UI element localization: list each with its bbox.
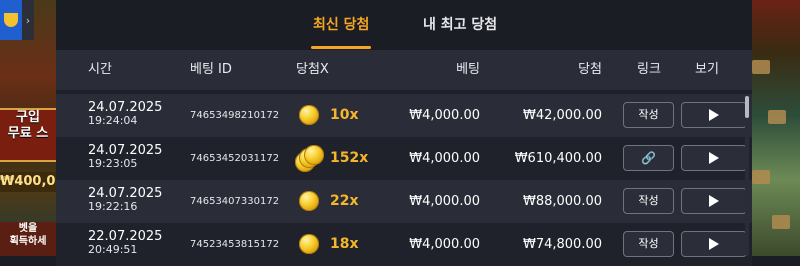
coin-icon — [304, 145, 324, 165]
table-body: 24.07.2025 19:24:04 74653498210172 10x ₩… — [56, 94, 752, 266]
coin-icon — [299, 234, 319, 254]
promo-amount: ₩400,0 — [0, 172, 56, 192]
row-date: 22.07.2025 — [88, 229, 163, 244]
decor-stone — [768, 110, 786, 124]
row-bet-id: 74653407330172 — [190, 196, 280, 207]
decor-stone — [752, 170, 770, 184]
promo-line-2: 무료 스 — [7, 126, 49, 141]
row-multiplier: 10x — [330, 107, 359, 123]
column-header-view: 보기 — [695, 62, 719, 77]
coin-icon — [299, 105, 319, 125]
promo-banner-bet: 벳을 획득하세 — [0, 222, 56, 256]
promo-line-4: 획득하세 — [9, 236, 47, 247]
play-icon — [709, 152, 719, 164]
left-background-banner: › 구입 무료 스 ₩400,0 벳을 획득하세 — [0, 0, 56, 256]
right-background-art — [748, 0, 800, 256]
collapse-tab[interactable]: › — [22, 0, 34, 40]
view-button[interactable] — [681, 231, 747, 257]
row-bet: ₩4,000.00 — [409, 237, 480, 252]
table-row: 22.07.2025 20:49:51 74523453815172 18x ₩… — [56, 223, 752, 266]
view-button[interactable] — [681, 102, 747, 128]
row-multiplier: 152x — [330, 150, 369, 166]
row-win: ₩88,000.00 — [522, 194, 602, 209]
coin-icon — [298, 233, 324, 257]
row-bet: ₩4,000.00 — [409, 194, 480, 209]
table-row: 24.07.2025 19:24:04 74653498210172 10x ₩… — [56, 94, 752, 137]
row-bet-id: 74653498210172 — [190, 110, 280, 121]
tab-bar: 최신 당첨 내 최고 당첨 — [56, 0, 752, 50]
tab-latest-wins[interactable]: 최신 당첨 — [310, 0, 372, 50]
row-time: 19:22:16 — [88, 200, 138, 213]
coin-icon — [298, 190, 324, 214]
row-date: 24.07.2025 — [88, 143, 163, 158]
row-time: 20:49:51 — [88, 243, 138, 256]
write-link-button[interactable]: 작성 — [623, 188, 674, 214]
column-header-time: 시간 — [88, 62, 112, 77]
play-icon — [709, 238, 719, 250]
coin-stack-icon — [295, 145, 324, 172]
tab-my-top-wins[interactable]: 내 최고 당첨 — [423, 0, 497, 50]
row-win: ₩42,000.00 — [522, 108, 602, 123]
row-multiplier: 18x — [330, 236, 359, 252]
write-link-button[interactable]: 작성 — [623, 102, 674, 128]
wins-panel: 최신 당첨 내 최고 당첨 시간 베팅 ID 당첨X 베팅 당첨 링크 보기 2… — [56, 0, 752, 266]
decor-stone — [752, 60, 770, 74]
promo-line-1: 구입 — [16, 110, 40, 125]
column-header-win: 당첨 — [578, 62, 602, 77]
chain-link-icon: 🔗 — [641, 151, 656, 165]
row-bet-id: 74523453815172 — [190, 239, 280, 250]
coin-icon — [298, 104, 324, 128]
play-icon — [709, 109, 719, 121]
decor-stone — [772, 215, 790, 229]
row-bet-id: 74653452031172 — [190, 153, 280, 164]
row-date: 24.07.2025 — [88, 100, 163, 115]
trophy-icon — [4, 13, 18, 27]
row-date: 24.07.2025 — [88, 186, 163, 201]
chevron-right-icon: › — [25, 13, 31, 27]
column-header-bet: 베팅 — [456, 62, 480, 77]
row-bet: ₩4,000.00 — [409, 151, 480, 166]
row-time: 19:23:05 — [88, 157, 138, 170]
row-multiplier: 22x — [330, 193, 359, 209]
row-time: 19:24:04 — [88, 114, 138, 127]
table-scrollbar[interactable] — [745, 94, 749, 256]
view-button[interactable] — [681, 145, 747, 171]
write-link-button[interactable]: 작성 — [623, 231, 674, 257]
coin-icon — [299, 191, 319, 211]
row-win: ₩74,800.00 — [522, 237, 602, 252]
column-header-multiplier: 당첨X — [296, 62, 329, 77]
promo-banner-buy: 구입 무료 스 — [0, 108, 56, 162]
table-row: 24.07.2025 19:23:05 74653452031172 152x … — [56, 137, 752, 180]
play-icon — [709, 195, 719, 207]
row-win: ₩610,400.00 — [514, 151, 602, 166]
promo-line-3: 벳을 — [18, 223, 38, 234]
table-row: 24.07.2025 19:22:16 74653407330172 22x ₩… — [56, 180, 752, 223]
scrollbar-thumb[interactable] — [745, 96, 749, 118]
column-header-bet-id: 베팅 ID — [190, 62, 232, 77]
table-header: 시간 베팅 ID 당첨X 베팅 당첨 링크 보기 — [56, 50, 752, 90]
view-button[interactable] — [681, 188, 747, 214]
copy-link-button[interactable]: 🔗 — [623, 145, 674, 171]
column-header-link: 링크 — [637, 62, 661, 77]
trophy-button[interactable] — [0, 0, 22, 40]
row-bet: ₩4,000.00 — [409, 108, 480, 123]
